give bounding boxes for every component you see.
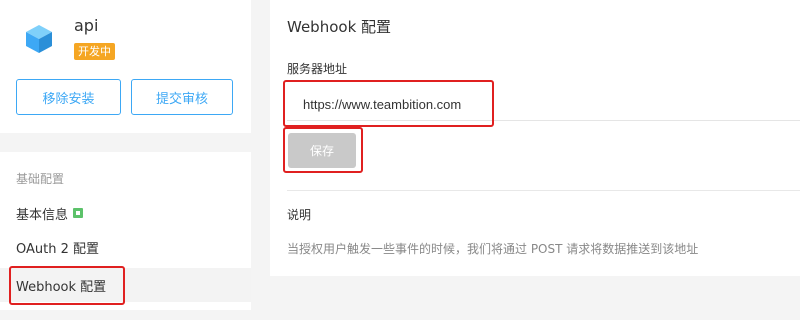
sidebar-item-label: 基本信息 <box>16 207 69 223</box>
webhook-panel: Webhook 配置 服务器地址 保存 说明 当授权用户触发一些事件的时候，我们… <box>270 0 800 276</box>
status-badge: 开发中 <box>74 43 115 60</box>
new-badge-icon <box>73 208 84 218</box>
server-address-input[interactable] <box>287 88 800 121</box>
uninstall-button[interactable]: 移除安装 <box>16 79 121 115</box>
server-address-label: 服务器地址 <box>287 62 348 76</box>
submit-review-button[interactable]: 提交审核 <box>131 79 233 115</box>
app-name: api <box>74 16 99 35</box>
sidebar-item-basic-info[interactable]: 基本信息 <box>0 197 251 229</box>
sidebar-item-oauth[interactable]: OAuth 2 配置 <box>0 231 251 263</box>
sidebar-nav: 基础配置 基本信息 OAuth 2 配置 Webhook 配置 <box>0 152 251 310</box>
divider <box>287 190 800 191</box>
sidebar-item-label: OAuth 2 配置 <box>16 241 100 257</box>
cube-icon <box>22 22 56 56</box>
page-title: Webhook 配置 <box>287 18 392 36</box>
app-card: api 开发中 移除安装 提交审核 <box>0 0 251 133</box>
description-text: 当授权用户触发一些事件的时候，我们将通过 POST 请求将数据推送到该地址 <box>287 242 699 256</box>
description-title: 说明 <box>287 208 312 222</box>
nav-section-title: 基础配置 <box>16 172 65 186</box>
sidebar-item-webhook[interactable]: Webhook 配置 <box>0 268 251 302</box>
sidebar-item-label: Webhook 配置 <box>16 279 107 295</box>
save-button[interactable]: 保存 <box>288 133 356 168</box>
